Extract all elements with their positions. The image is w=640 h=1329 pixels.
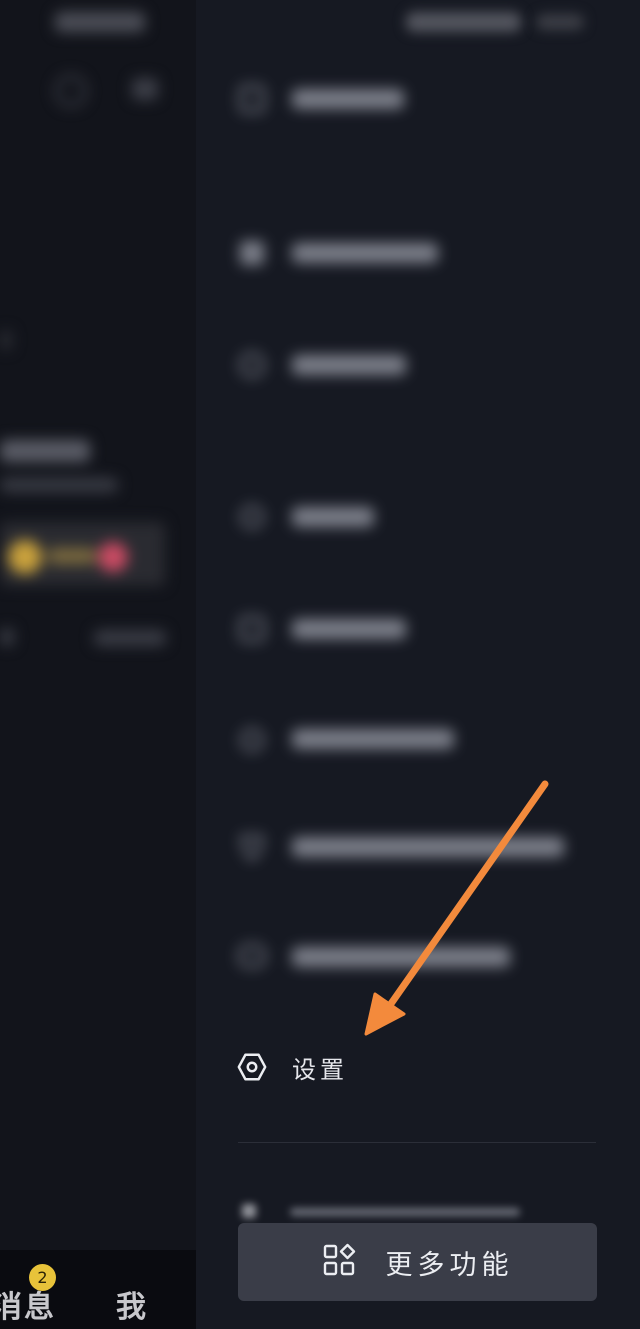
image-icon: [236, 237, 268, 269]
bg-search-icon: [55, 75, 87, 107]
more-features-label: 更多功能: [385, 1249, 514, 1281]
menu-item-6-label: [292, 729, 454, 749]
more-features-button[interactable]: 更多功能: [238, 1223, 597, 1301]
bg-red-dot: [98, 542, 128, 572]
menu-item-1[interactable]: [236, 74, 404, 124]
side-drawer: 设置 更多功能: [196, 0, 640, 1329]
menu-item-7[interactable]: [236, 822, 564, 872]
box-icon: [236, 613, 268, 645]
shield-icon: [236, 831, 268, 863]
menu-item-1-label: [292, 89, 404, 109]
settings-hexagon-icon: [236, 1051, 268, 1083]
menu-item-8[interactable]: [236, 932, 510, 982]
background-app-blur-layer: [0, 0, 196, 1329]
bg-status-time: [55, 12, 145, 32]
menu-item-2[interactable]: [236, 228, 438, 278]
bg-user-sub: [0, 478, 118, 492]
tab-me[interactable]: 我: [116, 1282, 146, 1326]
menu-item-4[interactable]: [236, 492, 374, 542]
doc-icon: [236, 83, 268, 115]
status-bar-battery: [536, 14, 584, 30]
menu-item-5[interactable]: [236, 604, 406, 654]
bg-coin-text: [48, 548, 96, 564]
menu-item-5-label: [292, 619, 406, 639]
bg-stat-right: [94, 630, 166, 646]
background-app: [0, 0, 196, 1329]
menu-item-7-label: [292, 837, 564, 857]
settings-label: 设置: [292, 1055, 348, 1084]
menu-item-4-label: [292, 507, 374, 527]
grid-apps-icon: [322, 1243, 356, 1281]
drawer-divider: [238, 1142, 596, 1143]
bg-stat-left: [0, 628, 14, 646]
clock-icon: [236, 349, 268, 381]
bg-username: [0, 440, 90, 462]
menu-item-6[interactable]: [236, 714, 454, 764]
chat-icon: [236, 941, 268, 973]
bg-menu-icon: [132, 78, 158, 100]
menu-item-partially-hidden[interactable]: [242, 1204, 532, 1218]
menu-item-settings[interactable]: 设置: [236, 1042, 348, 1092]
bg-coin-icon: [8, 540, 42, 574]
bg-edge-mark: [0, 330, 12, 350]
timer-icon: [236, 723, 268, 755]
menu-item-8-label: [292, 947, 510, 967]
menu-item-2-label: [292, 243, 438, 263]
menu-item-3[interactable]: [236, 340, 406, 390]
menu-item-3-label: [292, 355, 406, 375]
circle-icon: [236, 501, 268, 533]
status-bar-indicators: [406, 12, 521, 32]
message-count-badge: 2: [29, 1264, 56, 1291]
